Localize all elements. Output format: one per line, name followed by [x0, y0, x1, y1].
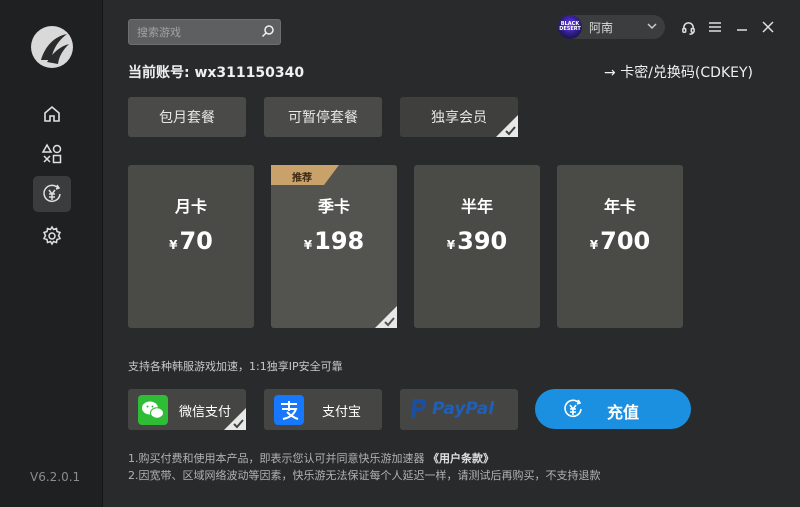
plan-name: 月卡 [174, 197, 207, 216]
terms-link[interactable]: 《用户条款》 [428, 452, 494, 465]
cdkey-link[interactable]: → 卡密/兑换码(CDKEY) [604, 62, 753, 82]
plan-card-monthly[interactable]: 月卡 ¥70 [128, 165, 254, 328]
sidebar-item-home[interactable] [33, 96, 71, 132]
charge-button[interactable]: 充值 [535, 389, 691, 429]
user-name: 阿南 [589, 21, 614, 35]
chevron-down-icon [647, 23, 657, 30]
search-input[interactable] [135, 23, 257, 41]
sidebar-item-settings[interactable] [33, 218, 71, 254]
plan-name: 季卡 [317, 197, 350, 216]
search-box[interactable] [128, 19, 281, 45]
paypal-icon [411, 399, 427, 418]
recharge-icon [564, 399, 582, 418]
app-logo[interactable] [31, 26, 73, 68]
minimize-icon [737, 29, 747, 31]
tab-exclusive[interactable]: 独享会员 [400, 97, 518, 137]
tab-pausable[interactable]: 可暂停套餐 [264, 97, 382, 137]
tab-monthly[interactable]: 包月套餐 [128, 97, 246, 137]
tab-label: 独享会员 [431, 110, 487, 126]
pay-paypal[interactable]: PayPal [400, 389, 518, 430]
plan-price: ¥700 [589, 227, 651, 255]
refund-note: 2.因宽带、区域网络波动等因素，快乐游无法保证每个人延迟一样，请测试后再购买，不… [128, 469, 601, 482]
plan-price: ¥70 [169, 227, 213, 255]
recommend-badge: 推荐 [271, 165, 339, 185]
plan-price: ¥390 [446, 227, 508, 255]
close-button[interactable] [759, 18, 777, 36]
support-button[interactable] [679, 18, 697, 36]
menu-button[interactable] [706, 18, 724, 36]
minimize-button[interactable] [733, 18, 751, 36]
selected-check-icon [224, 408, 246, 430]
version-label: V6.2.0.1 [30, 470, 81, 484]
close-icon [762, 21, 774, 33]
selected-check-icon [496, 115, 518, 137]
pay-alipay[interactable]: 支付宝 [264, 389, 382, 430]
plan-name: 年卡 [603, 197, 636, 216]
tab-label: 可暂停套餐 [288, 110, 358, 126]
sidebar-item-recharge[interactable] [33, 176, 71, 212]
pay-label: PayPal [432, 399, 495, 419]
sidebar-item-games[interactable] [33, 136, 71, 172]
headset-icon [681, 21, 695, 35]
pay-wechat[interactable]: 微信支付 [128, 389, 246, 430]
plan-price: ¥198 [303, 227, 365, 255]
wechat-icon [138, 395, 168, 425]
sidebar: V6.2.0.1 [0, 0, 103, 507]
main-panel: BLACK DESERT 阿南 当前账号: wx311150340 → 卡密/兑… [103, 0, 800, 507]
recharge-icon [43, 184, 61, 203]
charge-label: 充值 [607, 403, 640, 422]
plan-name: 半年 [460, 197, 493, 216]
search-icon[interactable] [261, 24, 275, 38]
plan-card-yearly[interactable]: 年卡 ¥700 [557, 165, 683, 328]
plan-card-quarterly[interactable]: 推荐 季卡 ¥198 [271, 165, 397, 328]
plan-card-halfyear[interactable]: 半年 ¥390 [414, 165, 540, 328]
pay-label: 支付宝 [322, 405, 362, 420]
gear-icon [42, 225, 62, 246]
selected-check-icon [375, 306, 397, 328]
tab-label: 包月套餐 [159, 110, 215, 126]
alipay-icon [274, 395, 304, 425]
account-label: 当前账号: wx311150340 [128, 65, 305, 81]
user-menu[interactable]: BLACK DESERT 阿南 [558, 15, 665, 39]
avatar: BLACK DESERT [558, 15, 582, 39]
home-icon [44, 105, 60, 122]
games-icon [41, 143, 62, 164]
menu-icon [709, 22, 721, 32]
terms-note: 1.购买付费和使用本产品，即表示您认可并同意快乐游加速器 《用户条款》 [128, 452, 494, 465]
plan-description: 支持各种韩服游戏加速，1:1独享IP安全可靠 [128, 360, 343, 373]
